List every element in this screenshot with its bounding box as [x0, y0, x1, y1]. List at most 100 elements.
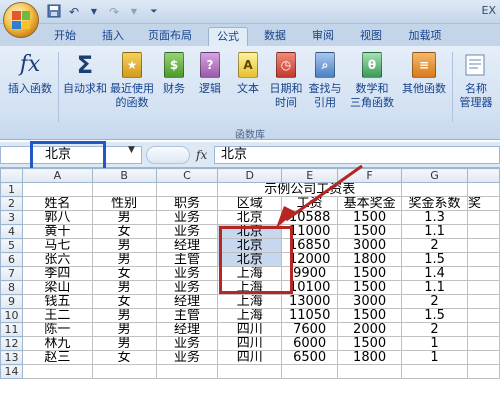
column-header-c[interactable]: C: [155, 168, 219, 183]
table-cell[interactable]: 经理: [155, 294, 219, 309]
row-header[interactable]: 2: [0, 196, 23, 211]
cell[interactable]: [217, 364, 283, 379]
cell[interactable]: [401, 182, 468, 197]
table-cell[interactable]: 四川: [217, 350, 283, 365]
table-cell[interactable]: 男: [91, 252, 157, 267]
table-cell[interactable]: 1.5: [401, 308, 468, 323]
table-cell[interactable]: [467, 238, 500, 253]
table-cell[interactable]: 张六: [21, 252, 93, 267]
table-cell[interactable]: 男: [91, 308, 157, 323]
insert-function-button[interactable]: fx 插入函数: [6, 50, 54, 96]
table-cell[interactable]: 经理: [155, 238, 219, 253]
row-header[interactable]: 12: [0, 336, 23, 351]
header-cell[interactable]: 姓名: [21, 196, 93, 211]
insert-function-icon[interactable]: fx: [196, 148, 207, 162]
table-cell[interactable]: 女: [91, 294, 157, 309]
table-cell[interactable]: 业务: [155, 350, 219, 365]
table-cell[interactable]: [467, 280, 500, 295]
table-cell[interactable]: 梁山: [21, 280, 93, 295]
column-header-g[interactable]: G: [401, 168, 468, 183]
table-cell[interactable]: 赵三: [21, 350, 93, 365]
row-header[interactable]: 13: [0, 350, 23, 365]
cell[interactable]: [21, 364, 93, 379]
table-cell[interactable]: 1500: [337, 308, 403, 323]
lookup-reference-button[interactable]: ⌕ 查找与 引用: [306, 50, 344, 110]
table-cell[interactable]: 1: [401, 336, 468, 351]
date-time-button[interactable]: ◷ 日期和 时间: [268, 50, 304, 110]
table-cell[interactable]: 男: [91, 322, 157, 337]
table-cell[interactable]: 6000: [281, 336, 339, 351]
table-cell[interactable]: [467, 322, 500, 337]
table-cell[interactable]: 黄十: [21, 224, 93, 239]
table-cell[interactable]: 男: [91, 238, 157, 253]
row-header[interactable]: 1: [0, 182, 23, 197]
table-cell[interactable]: 主管: [155, 252, 219, 267]
cell[interactable]: [337, 364, 403, 379]
row-header[interactable]: 6: [0, 252, 23, 267]
table-cell[interactable]: 业务: [155, 280, 219, 295]
tab-review[interactable]: 审阅: [308, 27, 338, 46]
formula-bar-expander[interactable]: [146, 146, 190, 164]
table-cell[interactable]: 经理: [155, 322, 219, 337]
autosum-button[interactable]: Σ 自动求和: [62, 50, 108, 96]
undo-icon[interactable]: ↶: [66, 4, 82, 20]
row-header[interactable]: 3: [0, 210, 23, 225]
save-icon[interactable]: [46, 4, 62, 20]
table-cell[interactable]: 11050: [281, 308, 339, 323]
financial-button[interactable]: $ 财务: [158, 50, 190, 96]
header-cell[interactable]: 奖金系数: [401, 196, 468, 211]
table-cell[interactable]: 男: [91, 280, 157, 295]
table-cell[interactable]: 1500: [337, 336, 403, 351]
table-cell[interactable]: 女: [91, 350, 157, 365]
header-cell[interactable]: 奖: [467, 196, 500, 211]
chevron-down-icon[interactable]: ▼: [86, 4, 102, 20]
cell[interactable]: [21, 182, 93, 197]
row-header[interactable]: 9: [0, 294, 23, 309]
table-cell[interactable]: 业务: [155, 210, 219, 225]
table-cell[interactable]: 上海: [217, 294, 283, 309]
table-cell[interactable]: 2: [401, 238, 468, 253]
cell[interactable]: [91, 364, 157, 379]
chevron-down-icon[interactable]: ▼: [128, 145, 135, 155]
table-cell[interactable]: 男: [91, 210, 157, 225]
table-cell[interactable]: 1500: [337, 280, 403, 295]
table-cell[interactable]: 7600: [281, 322, 339, 337]
table-cell[interactable]: 3000: [337, 294, 403, 309]
table-cell[interactable]: 1800: [337, 252, 403, 267]
table-cell[interactable]: [467, 336, 500, 351]
table-cell[interactable]: 四川: [217, 336, 283, 351]
table-cell[interactable]: 钱五: [21, 294, 93, 309]
row-header[interactable]: 7: [0, 266, 23, 281]
tab-data[interactable]: 数据: [260, 27, 290, 46]
table-cell[interactable]: [467, 308, 500, 323]
table-cell[interactable]: [467, 294, 500, 309]
table-cell[interactable]: 1.1: [401, 224, 468, 239]
table-cell[interactable]: 2: [401, 294, 468, 309]
table-cell[interactable]: 2: [401, 322, 468, 337]
tab-page-layout[interactable]: 页面布局: [146, 27, 194, 46]
table-cell[interactable]: 李四: [21, 266, 93, 281]
row-header[interactable]: 14: [0, 364, 23, 379]
name-manager-button[interactable]: 名称 管理器: [456, 50, 496, 110]
cell[interactable]: [401, 364, 468, 379]
table-cell[interactable]: 2000: [337, 322, 403, 337]
row-header[interactable]: 8: [0, 280, 23, 295]
cell[interactable]: [155, 182, 219, 197]
row-header[interactable]: 4: [0, 224, 23, 239]
table-cell[interactable]: 女: [91, 224, 157, 239]
table-cell[interactable]: 女: [91, 266, 157, 281]
customize-icon[interactable]: ⏷: [146, 4, 162, 20]
tab-add-ins[interactable]: 加载项: [402, 27, 448, 46]
column-header-a[interactable]: A: [21, 168, 93, 183]
row-header[interactable]: 11: [0, 322, 23, 337]
table-cell[interactable]: 林九: [21, 336, 93, 351]
table-cell[interactable]: [467, 210, 500, 225]
table-cell[interactable]: 四川: [217, 322, 283, 337]
table-cell[interactable]: 陈一: [21, 322, 93, 337]
table-cell[interactable]: 主管: [155, 308, 219, 323]
table-cell[interactable]: 业务: [155, 224, 219, 239]
table-cell[interactable]: 王二: [21, 308, 93, 323]
column-header-h[interactable]: [467, 168, 500, 183]
tab-formulas[interactable]: 公式: [208, 27, 248, 46]
table-cell[interactable]: 1.4: [401, 266, 468, 281]
